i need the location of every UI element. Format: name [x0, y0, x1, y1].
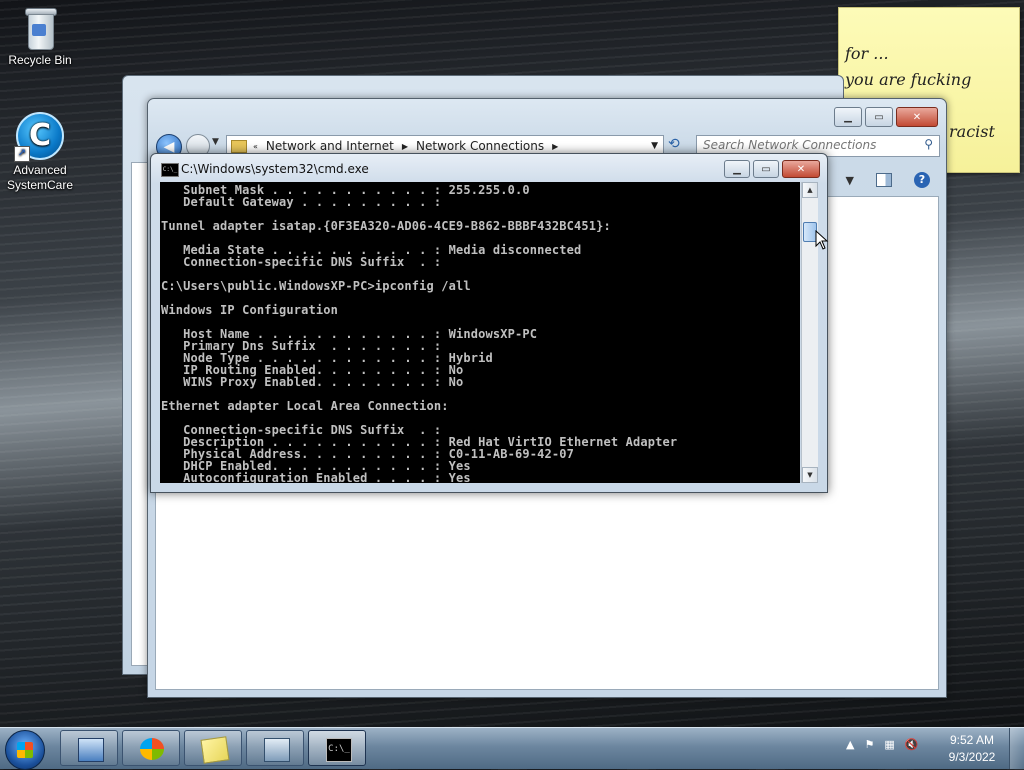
- cmd-taskbar-icon: C:\_: [326, 738, 352, 762]
- sticky-note-line-1: for ...: [845, 44, 889, 63]
- taskbar-explorer-button[interactable]: [60, 730, 118, 766]
- advanced-systemcare-label: Advanced SystemCare: [6, 163, 74, 192]
- taskbar-media-player-button[interactable]: [122, 730, 180, 766]
- recycle-bin-icon: [23, 6, 57, 50]
- system-clock[interactable]: 9:52 AM 9/3/2022: [936, 732, 1008, 766]
- search-input[interactable]: [697, 136, 913, 154]
- recent-pages-dropdown[interactable]: ▼: [212, 137, 219, 147]
- console-text: Subnet Mask . . . . . . . . . . . : 255.…: [161, 183, 678, 483]
- action-center-flag-icon[interactable]: ⚑: [864, 738, 874, 751]
- cmd-caption-buttons: ▁ ▭ ✕: [721, 160, 820, 178]
- shortcut-arrow-icon: ↗: [14, 146, 30, 162]
- overflow-chevron-icon[interactable]: «: [253, 142, 258, 151]
- windows-logo-icon: [17, 742, 33, 758]
- breadcrumb-separator-icon[interactable]: ▶: [552, 142, 558, 151]
- recycle-bin-desktop-icon[interactable]: Recycle Bin: [0, 6, 80, 68]
- volume-muted-icon[interactable]: 🔇: [905, 738, 919, 751]
- clock-time: 9:52 AM: [949, 733, 995, 747]
- console-scrollbar[interactable]: ▲ ▼: [801, 182, 818, 483]
- refresh-icon[interactable]: ⟲: [668, 136, 680, 152]
- cmd-icon: C:\_: [161, 163, 179, 177]
- explorer-icon: [78, 738, 104, 762]
- minimize-button[interactable]: ▁: [834, 107, 862, 127]
- cmd-close-button[interactable]: ✕: [782, 160, 820, 178]
- close-button[interactable]: ✕: [896, 107, 938, 127]
- network-connections-icon: [264, 738, 290, 762]
- clock-date: 9/3/2022: [948, 750, 996, 764]
- taskbar: C:\_ ▲ ⚑ ▦ 🔇 9:52 AM 9/3/2022: [0, 727, 1024, 770]
- search-icon[interactable]: ⚲: [924, 137, 933, 151]
- sticky-notes-icon: [200, 736, 230, 764]
- show-desktop-button[interactable]: [1009, 728, 1024, 769]
- advanced-systemcare-icon: C ↗: [14, 112, 64, 162]
- explorer-caption-buttons: ▁ ▭ ✕: [831, 107, 938, 127]
- cmd-window[interactable]: C:\_ C:\Windows\system32\cmd.exe ▁ ▭ ✕ S…: [150, 153, 828, 493]
- recycle-bin-label: Recycle Bin: [8, 53, 72, 67]
- media-player-icon: [140, 738, 164, 760]
- advanced-systemcare-desktop-icon[interactable]: C ↗ Advanced SystemCare: [0, 112, 80, 193]
- taskbar-network-connections-button[interactable]: [246, 730, 304, 766]
- cmd-window-title: C:\Windows\system32\cmd.exe: [181, 162, 369, 176]
- show-hidden-icons-icon[interactable]: ▲: [846, 738, 854, 751]
- sticky-note-line-3: racist: [949, 122, 995, 141]
- toolbar-right: ▼ ?: [846, 172, 930, 188]
- console-output[interactable]: Subnet Mask . . . . . . . . . . . : 255.…: [160, 182, 800, 483]
- folder-icon: [231, 139, 247, 153]
- change-view-dropdown-icon[interactable]: ▼: [846, 174, 854, 187]
- scroll-up-arrow-icon[interactable]: ▲: [802, 182, 818, 198]
- taskbar-cmd-button[interactable]: C:\_: [308, 730, 366, 766]
- address-dropdown-icon[interactable]: ▼: [651, 141, 658, 151]
- help-icon[interactable]: ?: [914, 172, 930, 188]
- network-status-icon[interactable]: ▦: [884, 738, 894, 751]
- maximize-button[interactable]: ▭: [865, 107, 893, 127]
- scroll-down-arrow-icon[interactable]: ▼: [802, 467, 818, 483]
- cmd-minimize-button[interactable]: ▁: [724, 160, 750, 178]
- breadcrumb-separator-icon[interactable]: ▶: [402, 142, 408, 151]
- taskbar-sticky-notes-button[interactable]: [184, 730, 242, 766]
- breadcrumb-network-connections[interactable]: Network Connections: [416, 139, 544, 153]
- sticky-note-line-2: you are fucking: [845, 70, 972, 89]
- start-button[interactable]: [5, 730, 45, 770]
- breadcrumb-network-and-internet[interactable]: Network and Internet: [266, 139, 394, 153]
- notification-area: ▲ ⚑ ▦ 🔇: [846, 738, 928, 751]
- cmd-maximize-button[interactable]: ▭: [753, 160, 779, 178]
- preview-pane-icon[interactable]: [876, 173, 892, 187]
